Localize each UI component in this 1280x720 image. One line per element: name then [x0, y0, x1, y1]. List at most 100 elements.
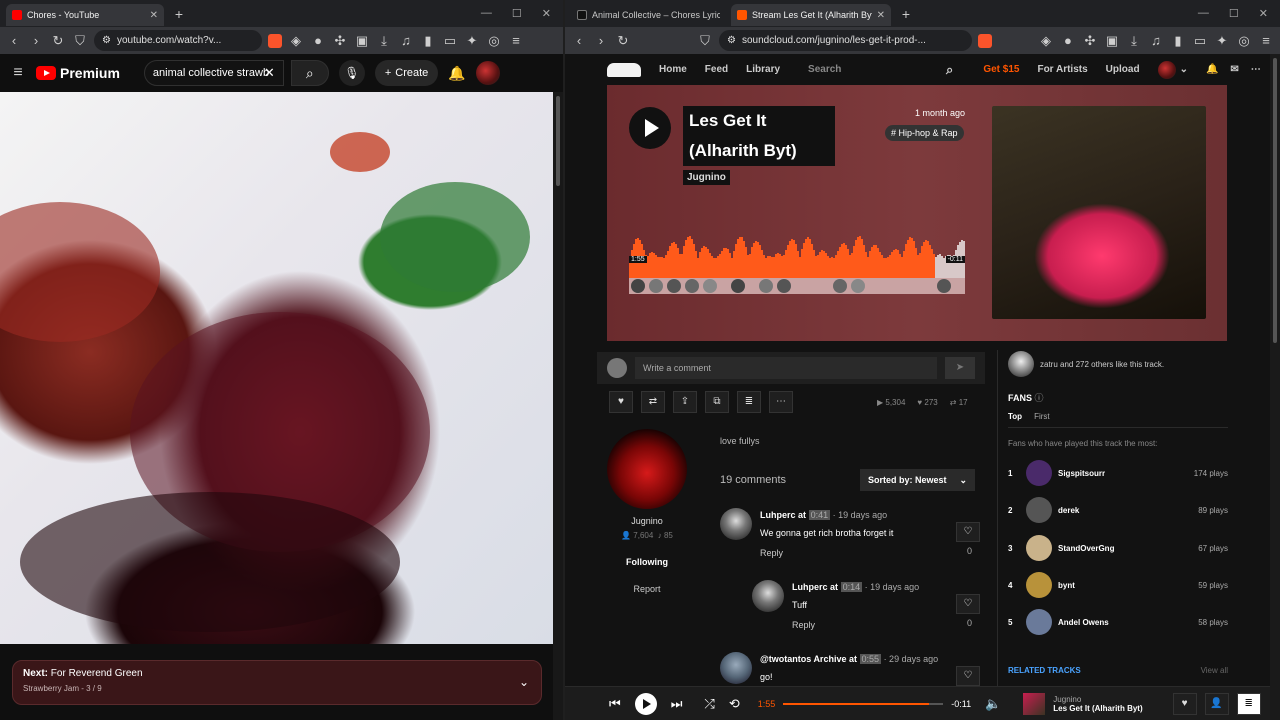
leo-icon[interactable]: ✦	[464, 33, 480, 49]
next-icon[interactable]: ⏭	[671, 696, 683, 712]
fan-row[interactable]: 4 bynt 59 plays	[1008, 571, 1228, 599]
brave-shield-icon[interactable]	[978, 33, 992, 48]
menu-icon[interactable]: ≡	[508, 33, 524, 49]
heart-icon[interactable]: ♡	[956, 666, 980, 686]
nav-home[interactable]: Home	[659, 64, 687, 75]
comment-avatar[interactable]	[631, 279, 645, 293]
like-icon[interactable]: ♥	[1172, 692, 1197, 715]
leo-icon[interactable]: ✦	[1214, 33, 1230, 49]
avatar[interactable]	[720, 508, 752, 540]
view-all-link[interactable]: View all	[1201, 666, 1228, 675]
scrollbar[interactable]	[553, 92, 563, 720]
notifications-bell-icon[interactable]: 🔔	[1206, 64, 1218, 75]
comment-avatar[interactable]	[685, 279, 699, 293]
voice-search-icon[interactable]: 🎙	[338, 60, 365, 86]
more-icon[interactable]: ⋯	[769, 391, 793, 413]
notifications-bell-icon[interactable]: 🔔	[448, 65, 465, 82]
comment-avatar[interactable]	[851, 279, 865, 293]
tab-top[interactable]: Top	[1008, 412, 1022, 421]
sort-dropdown[interactable]: Sorted by: Newest ⌄	[860, 469, 975, 491]
download-icon[interactable]: ⤓	[1126, 33, 1142, 49]
fan-row[interactable]: 1 Sigspitsourr 174 plays	[1008, 459, 1228, 487]
close-icon[interactable]: ✕	[877, 10, 885, 21]
site-info-icon[interactable]: ⚙	[102, 35, 111, 46]
sidebar-icon[interactable]: ▮	[1170, 33, 1186, 49]
repeat-icon[interactable]: ⟲	[729, 696, 740, 712]
track-artist[interactable]: Jugnino	[683, 170, 730, 185]
now-playing-artist[interactable]: Jugnino	[1053, 695, 1142, 704]
repost-icon[interactable]: ⇄	[641, 391, 665, 413]
send-icon[interactable]: ➤	[945, 357, 975, 379]
nav-upload[interactable]: Upload	[1106, 64, 1140, 75]
vpn-icon[interactable]: ◎	[486, 33, 502, 49]
now-playing-title[interactable]: Les Get It (Alharith Byt)	[1053, 704, 1142, 713]
address-bar[interactable]: ⚙ youtube.com/watch?v...	[94, 30, 262, 51]
extension-icon[interactable]: ●	[1060, 33, 1076, 49]
fan-row[interactable]: 3 StandOverGng 67 plays	[1008, 534, 1228, 562]
create-button[interactable]: + Create	[374, 60, 439, 86]
fan-row[interactable]: 2 derek 89 plays	[1008, 496, 1228, 524]
back-icon[interactable]: ‹	[571, 33, 587, 49]
reply-button[interactable]: Reply	[792, 620, 815, 630]
bookmark-icon[interactable]: ⛉	[697, 33, 713, 49]
screenshot-icon[interactable]: ▣	[1104, 33, 1120, 49]
related-title[interactable]: RELATED TRACKS	[1008, 666, 1081, 675]
comment-timestamp[interactable]: 0:55	[859, 654, 882, 664]
comment-avatar[interactable]	[833, 279, 847, 293]
likes-summary[interactable]: zatru and 272 others like this track.	[1008, 351, 1228, 377]
chevron-down-icon[interactable]: ⌄	[1180, 64, 1188, 75]
reload-icon[interactable]: ↻	[615, 33, 631, 49]
back-icon[interactable]: ‹	[6, 33, 22, 49]
progress-bar[interactable]	[783, 702, 944, 705]
waveform[interactable]: 1:55 -0:11	[629, 230, 965, 278]
comment-user[interactable]: Luhperc	[792, 582, 828, 592]
search-button[interactable]: ⌕	[290, 60, 329, 86]
search-input[interactable]: animal collective strawb	[143, 60, 284, 86]
previous-icon[interactable]: ⏮	[609, 696, 621, 712]
extension-icon[interactable]: ◈	[288, 33, 304, 49]
comment-avatar[interactable]	[703, 279, 717, 293]
video-player[interactable]	[0, 92, 553, 644]
fan-name[interactable]: StandOverGng	[1058, 544, 1198, 553]
artist-avatar[interactable]	[607, 429, 687, 509]
scrollbar-thumb[interactable]	[556, 96, 560, 186]
get-pro-link[interactable]: Get $15	[983, 64, 1019, 75]
genre-tag[interactable]: # Hip-hop & Rap	[885, 125, 964, 141]
more-icon[interactable]: ⋯	[1251, 64, 1261, 75]
artist-name[interactable]: Jugnino	[607, 516, 687, 526]
share-icon[interactable]: ⇪	[673, 391, 697, 413]
music-icon[interactable]: ♫	[1148, 33, 1164, 49]
menu-icon[interactable]: ≡	[1258, 33, 1274, 49]
new-tab-button[interactable]: +	[170, 5, 188, 23]
minimize-icon[interactable]: —	[1198, 7, 1209, 20]
extension-icon[interactable]: ●	[310, 33, 326, 49]
nav-feed[interactable]: Feed	[705, 64, 728, 75]
scrollbar-thumb[interactable]	[1273, 58, 1277, 343]
youtube-logo[interactable]: Premium	[36, 65, 120, 81]
add-to-playlist-icon[interactable]: ≣	[737, 391, 761, 413]
play-button[interactable]	[634, 692, 657, 715]
heart-icon[interactable]: ♡	[956, 522, 980, 542]
wallet-icon[interactable]: ▭	[1192, 33, 1208, 49]
bookmark-icon[interactable]: ⛉	[72, 33, 88, 49]
reply-button[interactable]: Reply	[760, 548, 783, 558]
comment-avatar[interactable]	[777, 279, 791, 293]
comment-avatar[interactable]	[759, 279, 773, 293]
tab-soundcloud[interactable]: Stream Les Get It (Alharith Byt) b ✕	[731, 4, 891, 26]
maximize-icon[interactable]: ☐	[512, 7, 522, 20]
tab-first[interactable]: First	[1034, 412, 1050, 421]
queue-icon[interactable]: ≣	[1236, 692, 1261, 715]
tab-genius[interactable]: Animal Collective – Chores Lyrics | Ge	[571, 4, 731, 26]
fan-name[interactable]: bynt	[1058, 581, 1198, 590]
info-icon[interactable]: ⓘ	[1035, 393, 1044, 403]
nav-for-artists[interactable]: For Artists	[1037, 64, 1087, 75]
address-bar[interactable]: ⚙ soundcloud.com/jugnino/les-get-it-prod…	[719, 30, 973, 51]
heart-icon[interactable]: ♡	[956, 594, 980, 614]
comment-input[interactable]: Write a comment	[635, 357, 937, 379]
screenshot-icon[interactable]: ▣	[354, 33, 370, 49]
playlist-next-panel[interactable]: Next: For Reverend Green Strawberry Jam …	[12, 660, 542, 705]
new-tab-button[interactable]: +	[897, 5, 915, 23]
forward-icon[interactable]: ›	[593, 33, 609, 49]
minimize-icon[interactable]: —	[481, 7, 492, 20]
download-icon[interactable]: ⤓	[376, 33, 392, 49]
